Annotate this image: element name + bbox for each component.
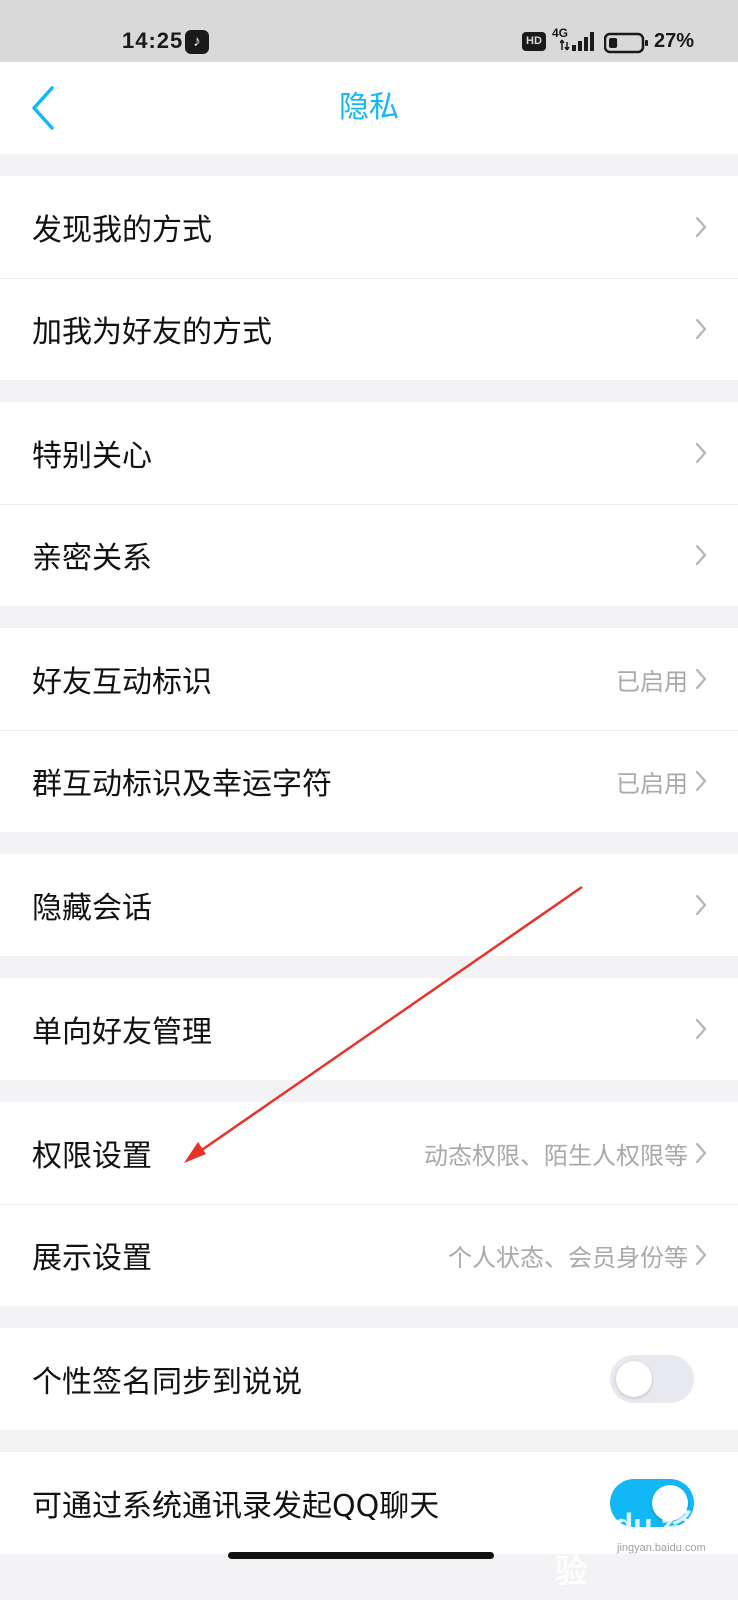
- chevron-right-icon: [695, 216, 707, 238]
- battery-percent: 27%: [654, 30, 695, 52]
- settings-row[interactable]: 隐藏会话: [0, 854, 738, 956]
- chevron-right-icon: [695, 1018, 707, 1040]
- settings-row-value: 个人状态、会员身份等: [448, 1243, 688, 1272]
- settings-row-label: 群互动标识及幸运字符: [32, 767, 332, 802]
- chevron-right-icon: [695, 770, 707, 792]
- watermark-url: jingyan.baidu.com: [617, 1542, 706, 1554]
- settings-group: 单向好友管理: [0, 978, 738, 1080]
- nav-bar: 隐私: [0, 62, 738, 154]
- settings-row[interactable]: 亲密关系: [0, 504, 738, 606]
- settings-group: 特别关心 亲密关系: [0, 402, 738, 606]
- settings-row-label: 个性签名同步到说说: [32, 1365, 302, 1400]
- battery-icon: [604, 32, 648, 54]
- settings-row-value: 动态权限、陌生人权限等: [424, 1141, 688, 1170]
- settings-row[interactable]: 个性签名同步到说说: [0, 1328, 738, 1430]
- settings-row-value: 已启用: [616, 769, 688, 798]
- settings-row-label: 好友互动标识: [32, 665, 212, 700]
- toggle-knob: [616, 1361, 652, 1397]
- settings-group: 好友互动标识 已启用 群互动标识及幸运字符 已启用: [0, 628, 738, 832]
- settings-row[interactable]: 单向好友管理: [0, 978, 738, 1080]
- chevron-right-icon: [695, 1244, 707, 1266]
- tiktok-notification-icon: ♪: [185, 30, 209, 54]
- settings-row[interactable]: 发现我的方式: [0, 176, 738, 278]
- status-time: 14:25: [122, 28, 184, 53]
- page-title: 隐私: [339, 90, 399, 125]
- settings-row[interactable]: 特别关心: [0, 402, 738, 504]
- chevron-right-icon: [695, 544, 707, 566]
- settings-row[interactable]: 群互动标识及幸运字符 已启用: [0, 730, 738, 832]
- hd-badge: HD: [522, 32, 546, 51]
- chevron-right-icon: [695, 668, 707, 690]
- settings-list: 发现我的方式 加我为好友的方式 特别关心 亲密关系 好友互动标识 已启用 群互动标识及幸运字…: [0, 176, 738, 1576]
- toggle-switch[interactable]: [610, 1355, 694, 1403]
- chevron-right-icon: [695, 318, 707, 340]
- settings-row-label: 隐藏会话: [32, 891, 152, 926]
- chevron-right-icon: [695, 894, 707, 916]
- chevron-right-icon: [695, 1142, 707, 1164]
- home-indicator[interactable]: [228, 1552, 494, 1559]
- settings-group: 隐藏会话: [0, 854, 738, 956]
- settings-group: 个性签名同步到说说: [0, 1328, 738, 1430]
- settings-row-value: 已启用: [616, 667, 688, 696]
- baidu-jingyan-watermark: Bai du 经验 jingyan.baidu.com: [555, 1490, 706, 1589]
- settings-row-label: 可通过系统通讯录发起QQ聊天: [32, 1489, 440, 1524]
- settings-row[interactable]: 展示设置 个人状态、会员身份等: [0, 1204, 738, 1306]
- settings-row[interactable]: 好友互动标识 已启用: [0, 628, 738, 730]
- privacy-settings-screen: 14:25 ♪ HD 4G 27% 隐私 发现我的方式加我为好友的方式 特别关心亲…: [0, 0, 738, 1600]
- settings-row-label: 加我为好友的方式: [32, 315, 272, 350]
- status-bar: 14:25 ♪ HD 4G 27%: [0, 0, 738, 62]
- settings-row-label: 展示设置: [32, 1241, 152, 1276]
- settings-group: 发现我的方式加我为好友的方式: [0, 176, 738, 380]
- settings-row[interactable]: 加我为好友的方式: [0, 278, 738, 380]
- settings-row-label: 发现我的方式: [32, 213, 212, 248]
- settings-group: 权限设置 动态权限、陌生人权限等展示设置 个人状态、会员身份等: [0, 1102, 738, 1306]
- signal-strength-icon: [560, 32, 594, 51]
- settings-row-label: 特别关心: [32, 439, 152, 474]
- settings-row[interactable]: 权限设置 动态权限、陌生人权限等: [0, 1102, 738, 1204]
- chevron-right-icon: [695, 442, 707, 464]
- chevron-left-icon[interactable]: [28, 84, 58, 132]
- settings-row-label: 亲密关系: [32, 541, 152, 576]
- settings-row-label: 权限设置: [32, 1139, 152, 1174]
- settings-row-label: 单向好友管理: [32, 1015, 212, 1050]
